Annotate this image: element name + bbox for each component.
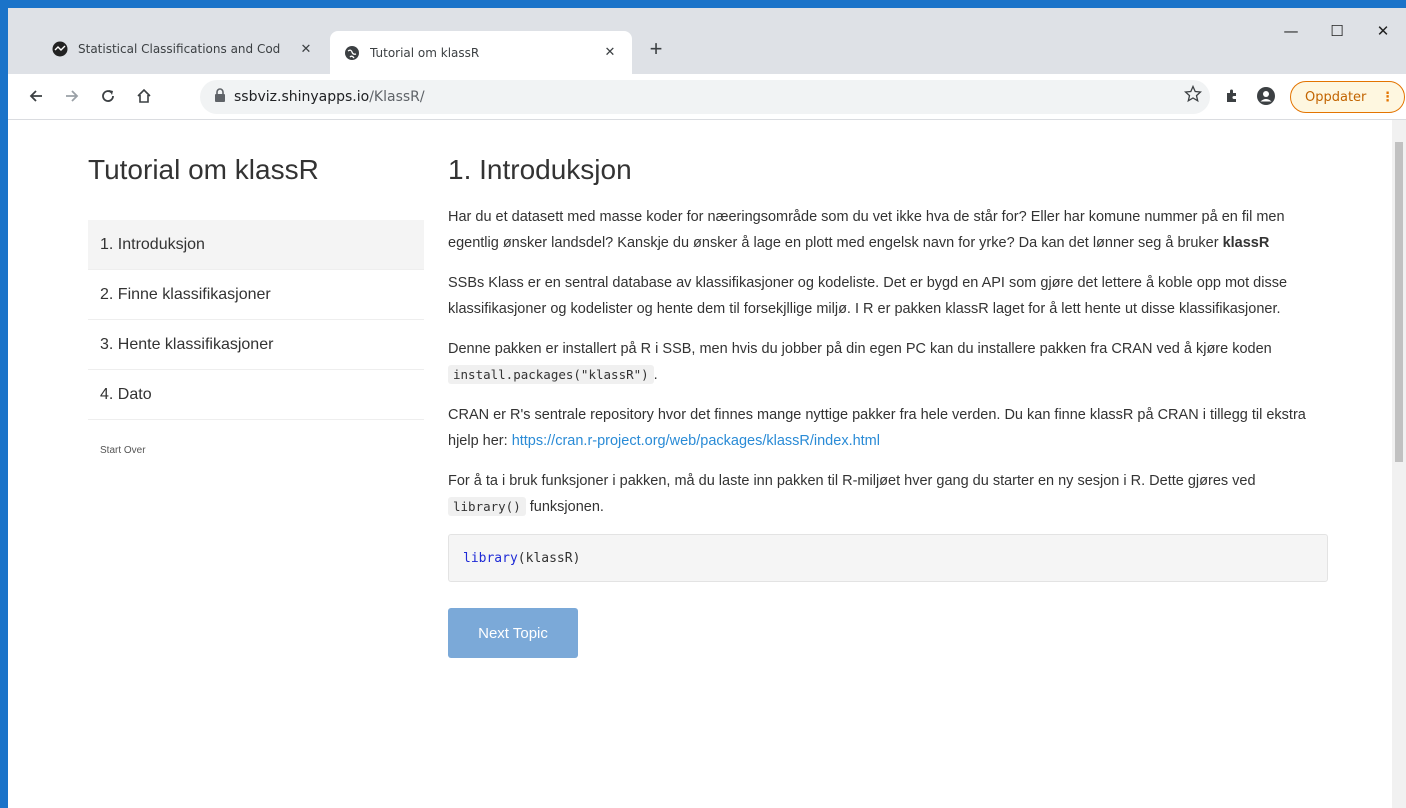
browser-window: Statistical Classifications and Cod ✕ Tu… <box>8 8 1406 808</box>
inline-code-library: library() <box>448 497 526 516</box>
topic-finne-klassifikasjoner[interactable]: 2. Finne klassifikasjoner <box>88 270 424 320</box>
shiny-favicon-icon <box>52 41 68 57</box>
page-content: Tutorial om klassR 1. Introduksjon 2. Fi… <box>8 120 1392 808</box>
extensions-icon[interactable] <box>1218 82 1246 110</box>
start-over-link[interactable]: Start Over <box>100 445 146 456</box>
tab-close-icon[interactable]: ✕ <box>294 42 318 57</box>
maximize-button[interactable]: ☐ <box>1314 22 1360 52</box>
topic-dato[interactable]: 4. Dato <box>88 370 424 420</box>
tab-tutorial-klassr[interactable]: Tutorial om klassR ✕ <box>330 31 632 74</box>
paragraph-klass: SSBs Klass er en sentral database av kla… <box>448 275 1288 317</box>
sidebar-title: Tutorial om klassR <box>88 154 319 185</box>
tab-title: Tutorial om klassR <box>370 45 480 60</box>
minimize-button[interactable]: — <box>1268 22 1314 52</box>
menu-dots-icon[interactable]: ⋮ <box>1381 90 1394 105</box>
new-tab-button[interactable]: + <box>642 36 670 62</box>
star-icon[interactable] <box>1183 84 1203 108</box>
close-window-button[interactable]: ✕ <box>1360 22 1406 52</box>
tab-statistical-classifications[interactable]: Statistical Classifications and Cod ✕ <box>38 31 328 67</box>
tab-title: Statistical Classifications and Cod <box>78 42 281 56</box>
paragraph-install: Denne pakken er installert på R i SSB, m… <box>448 341 1272 384</box>
profile-icon[interactable] <box>1252 82 1280 110</box>
home-icon[interactable] <box>130 82 158 110</box>
forward-icon[interactable] <box>58 82 86 110</box>
address-bar[interactable]: ssbviz.shinyapps.io/KlassR/ <box>200 80 1210 114</box>
lock-icon[interactable] <box>214 87 226 107</box>
url-text: ssbviz.shinyapps.io/KlassR/ <box>234 89 425 105</box>
main-content: 1. Introduksjon Har du et datasett med m… <box>448 154 1328 658</box>
topic-hente-klassifikasjoner[interactable]: 3. Hente klassifikasjoner <box>88 320 424 370</box>
paragraph-library: For å ta i bruk funksjoner i pakken, må … <box>448 473 1256 516</box>
reload-icon[interactable] <box>94 82 122 110</box>
update-label: Oppdater <box>1305 89 1367 105</box>
section-heading: 1. Introduksjon <box>448 154 632 185</box>
back-icon[interactable] <box>22 82 50 110</box>
scrollbar-thumb[interactable] <box>1395 142 1403 462</box>
browser-toolbar: ssbviz.shinyapps.io/KlassR/ Oppdater ⋮ <box>8 74 1406 120</box>
next-topic-button[interactable]: Next Topic <box>448 608 578 658</box>
tab-close-icon[interactable]: ✕ <box>598 45 622 60</box>
cran-link[interactable]: https://cran.r-project.org/web/packages/… <box>512 433 880 449</box>
update-button[interactable]: Oppdater ⋮ <box>1290 81 1405 113</box>
paragraph-intro: Har du et datasett med masse koder for n… <box>448 209 1285 251</box>
inline-code-install: install.packages("klassR") <box>448 365 654 384</box>
code-block: library (klassR) <box>448 534 1328 582</box>
globe-icon <box>344 45 360 61</box>
vertical-scrollbar[interactable] <box>1392 120 1406 808</box>
topic-list: 1. Introduksjon 2. Finne klassifikasjone… <box>88 220 424 420</box>
tab-strip: Statistical Classifications and Cod ✕ Tu… <box>8 8 1406 74</box>
paragraph-cran: CRAN er R's sentrale repository hvor det… <box>448 407 1306 449</box>
topic-introduksjon[interactable]: 1. Introduksjon <box>88 220 424 270</box>
